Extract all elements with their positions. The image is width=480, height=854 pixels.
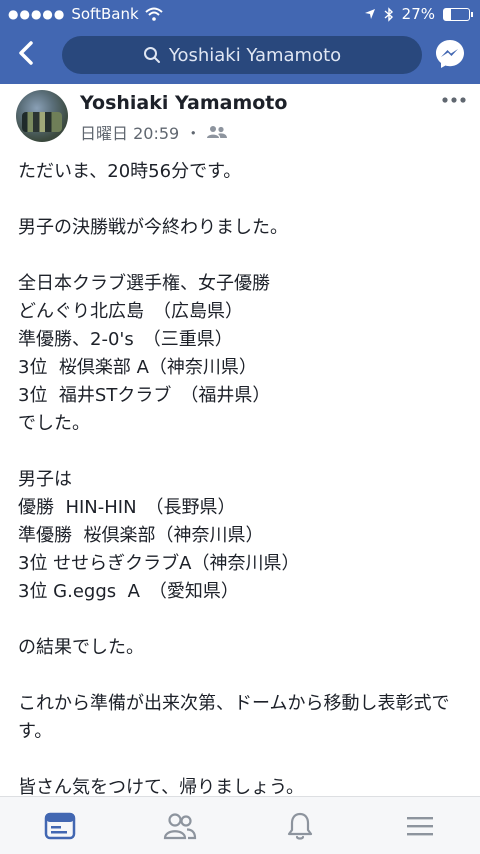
more-options-icon[interactable] <box>442 96 466 104</box>
meta-separator: ・ <box>185 124 202 143</box>
search-icon <box>143 47 160 63</box>
battery-icon <box>443 7 473 21</box>
post-meta: 日曜日 20:59 ・ <box>80 120 228 144</box>
post-header: Yoshiaki Yamamoto 日曜日 20:59 ・ <box>0 84 480 150</box>
signal-strength-icon: ●●●●● <box>8 7 66 21</box>
news-feed-icon <box>44 812 76 839</box>
bluetooth-icon <box>384 6 393 22</box>
tab-news-feed[interactable] <box>0 797 120 854</box>
battery-percent: 27% <box>401 5 435 23</box>
battery-fill <box>444 8 451 20</box>
friends-audience-icon <box>207 126 228 138</box>
post-body-text: ただいま、20時56分です。 男子の決勝戦が今終わりました。 全日本クラブ選手権… <box>18 161 450 798</box>
friends-icon <box>163 812 197 839</box>
search-query: Yoshiaki Yamamoto <box>168 44 342 66</box>
post-timestamp[interactable]: 日曜日 20:59 <box>80 120 179 144</box>
location-arrow-icon <box>364 9 375 19</box>
notifications-bell-icon <box>287 812 313 840</box>
tab-notifications[interactable] <box>240 797 360 854</box>
tab-friends[interactable] <box>120 797 240 854</box>
carrier-label: SoftBank <box>71 5 139 23</box>
status-bar: ●●●●● SoftBank 27% <box>0 0 480 28</box>
tab-menu[interactable] <box>360 797 480 854</box>
wifi-icon <box>144 7 163 21</box>
top-navigation-bar: ●●●●● SoftBank 27% Yoshiaki Yamamoto <box>0 0 480 84</box>
bottom-tab-bar <box>0 796 480 854</box>
avatar[interactable] <box>16 90 68 142</box>
search-bar[interactable]: Yoshiaki Yamamoto <box>62 36 422 74</box>
back-arrow-icon[interactable] <box>12 36 42 70</box>
menu-icon <box>407 816 433 835</box>
post-author-name[interactable]: Yoshiaki Yamamoto <box>80 92 287 114</box>
messenger-icon[interactable] <box>434 38 466 70</box>
